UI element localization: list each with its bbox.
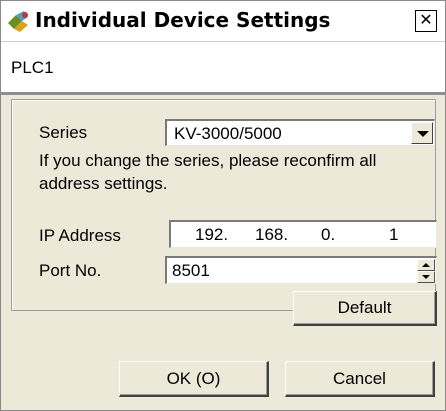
cancel-button[interactable]: Cancel bbox=[285, 361, 435, 397]
ok-button[interactable]: OK (O) bbox=[119, 361, 269, 397]
spin-up-icon[interactable] bbox=[417, 259, 435, 271]
close-icon: ✕ bbox=[419, 10, 433, 29]
port-value: 8501 bbox=[172, 261, 210, 280]
ip-address-field[interactable]: 192. 168. 0. 1 bbox=[169, 220, 437, 248]
series-notice-line1: If you change the series, please reconfi… bbox=[39, 151, 377, 170]
device-settings-icon bbox=[6, 9, 32, 33]
ip-octet-3[interactable]: 0. bbox=[321, 225, 335, 245]
individual-device-settings-dialog: Individual Device Settings ✕ PLC1 Series… bbox=[0, 0, 446, 411]
ip-octet-1[interactable]: 192. bbox=[195, 225, 228, 245]
port-label: Port No. bbox=[39, 261, 102, 280]
ip-octet-4[interactable]: 1 bbox=[389, 225, 398, 245]
port-spinner[interactable] bbox=[417, 259, 435, 283]
ip-address-label: IP Address bbox=[39, 226, 121, 245]
device-name-label: PLC1 bbox=[11, 58, 54, 77]
chevron-down-icon[interactable] bbox=[411, 122, 433, 144]
spin-down-icon[interactable] bbox=[417, 271, 435, 283]
dialog-title: Individual Device Settings bbox=[35, 8, 331, 32]
port-stepper[interactable]: 8501 bbox=[165, 256, 437, 284]
series-value: KV-3000/5000 bbox=[174, 124, 282, 143]
series-label: Series bbox=[39, 123, 88, 142]
close-button[interactable]: ✕ bbox=[415, 10, 437, 32]
default-button[interactable]: Default bbox=[293, 291, 437, 326]
ip-octet-2[interactable]: 168. bbox=[255, 225, 288, 245]
title-bar[interactable]: Individual Device Settings ✕ bbox=[1, 1, 445, 42]
default-button-label: Default bbox=[337, 298, 392, 317]
series-select[interactable]: KV-3000/5000 bbox=[165, 119, 435, 146]
cancel-button-label: Cancel bbox=[333, 369, 386, 388]
series-notice-line2: address settings. bbox=[39, 174, 168, 193]
device-header: PLC1 bbox=[1, 42, 445, 95]
ok-button-label: OK (O) bbox=[166, 369, 221, 388]
